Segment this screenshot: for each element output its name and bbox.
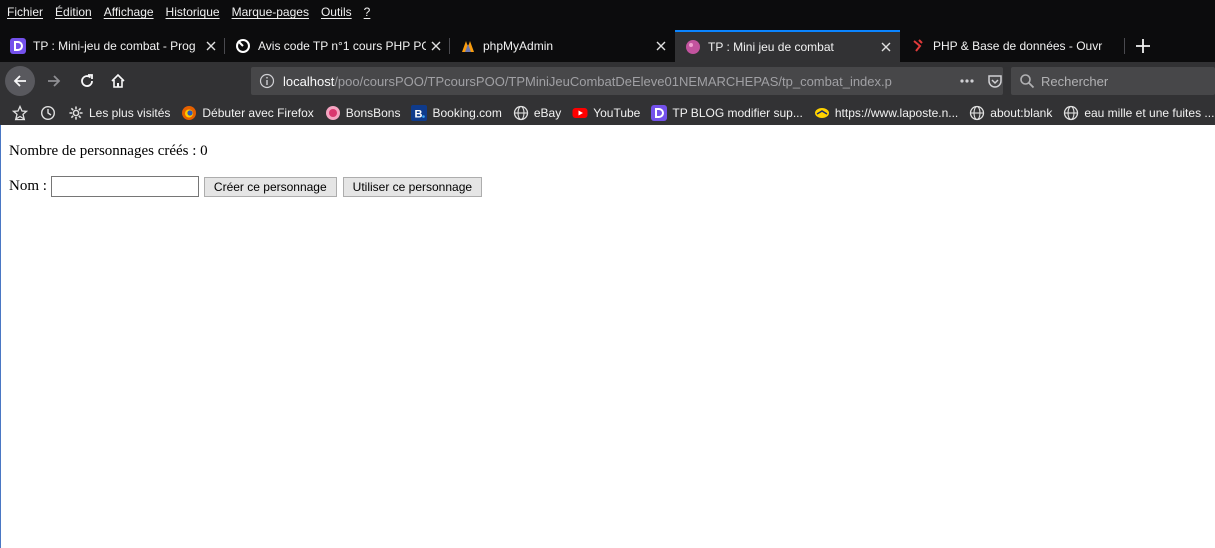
name-input[interactable]	[50, 176, 199, 197]
firefox-icon	[181, 105, 197, 121]
bookmark-bonsbons[interactable]: BonsBons	[325, 105, 401, 121]
url-path: /poo/coursPOO/TPcoursPOO/TPMiniJeuCombat…	[334, 73, 892, 89]
forum-icon	[235, 38, 251, 54]
youtube-icon	[572, 105, 588, 121]
tab-mini-jeu-combat-active[interactable]: TP : Mini jeu de combat	[675, 30, 900, 62]
navigation-toolbar: localhost/poo/coursPOO/TPcoursPOO/TPMini…	[0, 62, 1215, 100]
bookmark-laposte[interactable]: https://www.laposte.n...	[814, 105, 958, 121]
globe-icon	[513, 105, 529, 121]
new-tab-button[interactable]	[1129, 30, 1157, 62]
reload-button[interactable]	[72, 66, 102, 96]
plus-icon	[1136, 39, 1150, 53]
bookmark-label: TP BLOG modifier sup...	[672, 105, 803, 120]
gear-icon	[68, 105, 84, 121]
reload-icon	[81, 74, 93, 87]
history-icon[interactable]	[40, 105, 56, 121]
bookmark-about-blank[interactable]: about:blank	[969, 105, 1052, 121]
menu-affichage[interactable]: Affichage	[104, 5, 154, 19]
bookmark-booking[interactable]: B Booking.com	[411, 104, 502, 121]
bookmark-label: Débuter avec Firefox	[202, 105, 314, 120]
bookmark-label: Booking.com	[432, 105, 502, 120]
arrow-right-icon	[48, 75, 61, 87]
bookmark-label: BonsBons	[345, 105, 401, 120]
tab-separator	[1124, 38, 1125, 54]
tab-title: phpMyAdmin	[483, 39, 554, 53]
home-button[interactable]	[103, 66, 133, 96]
pocket-icon[interactable]	[987, 73, 1003, 89]
close-icon[interactable]	[876, 37, 896, 57]
phpmyadmin-icon	[460, 38, 476, 54]
bookmark-youtube[interactable]: YouTube	[572, 105, 640, 121]
url-bar[interactable]: localhost/poo/coursPOO/TPcoursPOO/TPMini…	[251, 67, 1003, 95]
page-icon	[685, 39, 701, 55]
url-text: localhost/poo/coursPOO/TPcoursPOO/TPMini…	[283, 74, 930, 89]
bookmarks-star-icon[interactable]	[12, 104, 28, 121]
menu-historique[interactable]: Historique	[166, 5, 220, 19]
page-content: Nombre de personnages créés : 0 Nom : Cr…	[0, 125, 1215, 548]
bookmarks-toolbar: Les plus visités Débuter avec Firefox Bo…	[0, 100, 1215, 125]
close-icon[interactable]	[426, 36, 446, 56]
tab-title: TP : Mini-jeu de combat - Prog	[33, 39, 196, 53]
tab-mini-jeu-combat-prog[interactable]: TP : Mini-jeu de combat - Prog	[0, 30, 225, 62]
bookmark-eau-mille-fuites[interactable]: eau mille et une fuites ...	[1063, 105, 1214, 121]
svg-text:B: B	[415, 108, 423, 120]
back-button[interactable]	[5, 66, 35, 96]
close-icon[interactable]	[201, 36, 221, 56]
page-actions-icon[interactable]	[959, 73, 975, 89]
tab-title: TP : Mini jeu de combat	[708, 40, 834, 54]
bookmark-tp-blog[interactable]: TP BLOG modifier sup...	[651, 104, 803, 121]
search-icon	[1020, 74, 1035, 89]
menu-fichier[interactable]: Fichier	[7, 5, 43, 19]
bookmark-label: Les plus visités	[89, 105, 171, 120]
openclassrooms-icon	[10, 38, 26, 54]
name-label: Nom :	[9, 178, 47, 194]
tab-title: Avis code TP n°1 cours PHP POO	[258, 39, 426, 53]
laposte-icon	[814, 105, 830, 121]
character-count-text: Nombre de personnages créés : 0	[9, 143, 208, 159]
tab-phpmyadmin[interactable]: phpMyAdmin	[450, 30, 675, 62]
home-icon	[111, 73, 125, 88]
menu-outils[interactable]: Outils	[321, 5, 352, 19]
tab-strip: TP : Mini-jeu de combat - Prog Avis code…	[0, 30, 1215, 62]
character-form: Nom : Créer ce personnage Utiliser ce pe…	[9, 176, 483, 197]
search-bar[interactable]	[1011, 67, 1215, 95]
create-character-button[interactable]: Créer ce personnage	[203, 176, 337, 197]
bookmark-debuter-firefox[interactable]: Débuter avec Firefox	[181, 105, 314, 121]
search-input[interactable]	[1041, 73, 1201, 89]
url-host: localhost	[283, 73, 335, 89]
menu-bar: Fichier Édition Affichage Historique Mar…	[0, 0, 1215, 24]
bookmark-label: eau mille et une fuites ...	[1084, 105, 1215, 120]
php-icon	[910, 38, 926, 54]
menu-help[interactable]: ?	[364, 5, 371, 19]
tab-php-base-donnees[interactable]: PHP & Base de données - Ouvr	[900, 30, 1125, 62]
menu-marque-pages[interactable]: Marque-pages	[232, 5, 309, 19]
menu-edition[interactable]: Édition	[55, 5, 92, 19]
tab-avis-code-tp[interactable]: Avis code TP n°1 cours PHP POO	[225, 30, 450, 62]
tab-title: PHP & Base de données - Ouvr	[933, 39, 1103, 53]
close-icon[interactable]	[651, 36, 671, 56]
globe-icon	[969, 105, 985, 121]
bonsbons-icon	[325, 105, 341, 121]
bookmark-label: YouTube	[593, 105, 641, 120]
bookmark-ebay[interactable]: eBay	[513, 105, 561, 121]
globe-icon	[1063, 105, 1079, 121]
bookmark-label: eBay	[533, 105, 562, 120]
openclassrooms-icon	[651, 104, 668, 121]
forward-button[interactable]	[39, 66, 69, 96]
bookmark-label: https://www.laposte.n...	[834, 105, 959, 120]
bookmark-label: about:blank	[990, 105, 1053, 120]
info-icon[interactable]	[259, 73, 275, 89]
booking-icon: B	[411, 104, 428, 121]
arrow-left-icon	[13, 75, 26, 87]
use-character-button[interactable]: Utiliser ce personnage	[342, 176, 483, 197]
bookmark-les-plus-visites[interactable]: Les plus visités	[68, 105, 170, 121]
